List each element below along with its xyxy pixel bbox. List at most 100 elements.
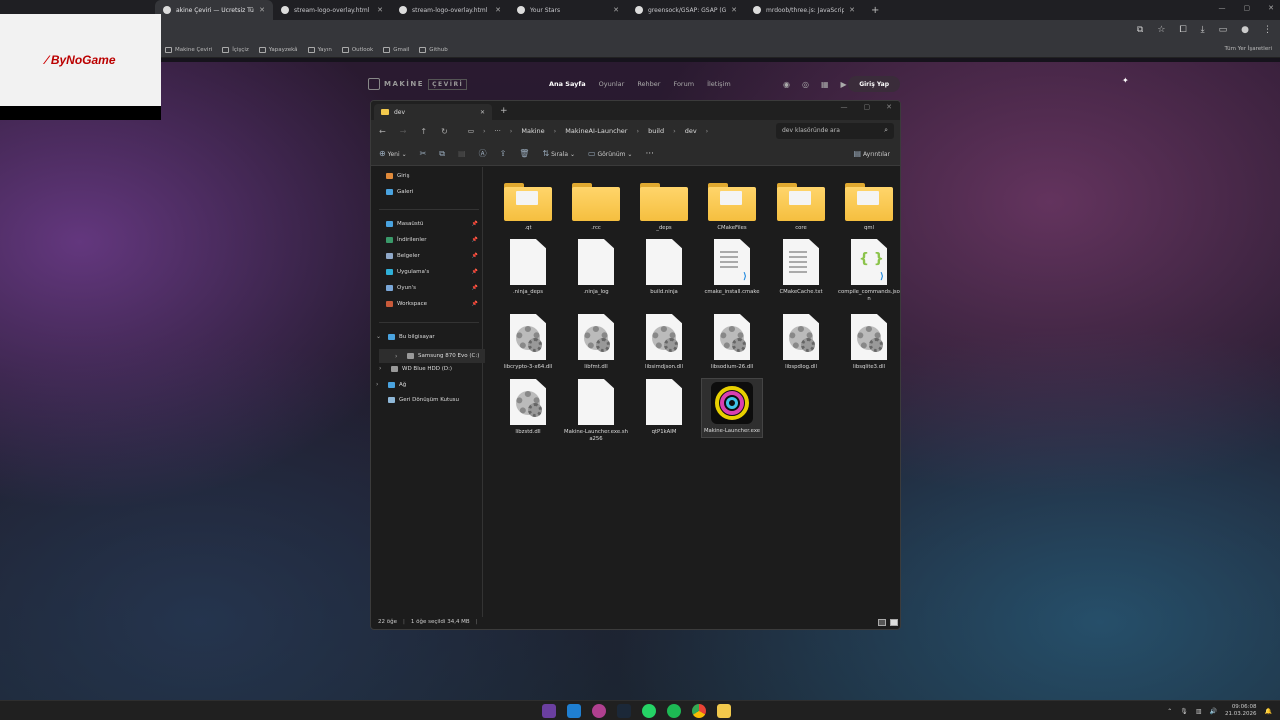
file-item[interactable]: libcrypto-3-x64.dll <box>498 314 558 371</box>
refresh-icon[interactable]: ↻ <box>441 127 448 136</box>
forward-icon[interactable]: → <box>400 127 407 136</box>
sidebar-item[interactable]: Oyun's 📌 <box>386 285 478 291</box>
search-input[interactable]: dev klasöründe ara ⌕ <box>776 123 894 139</box>
browser-tab[interactable]: greensock/GSAP: GSAP (Green✕ <box>627 0 745 20</box>
close-tab-icon[interactable]: ✕ <box>495 6 501 14</box>
site-nav-link[interactable]: Rehber <box>637 80 660 88</box>
chevron-icon[interactable]: › <box>376 381 384 388</box>
cast-icon[interactable]: ⧉ <box>1137 25 1143 35</box>
file-item[interactable]: libfmt.dll <box>566 314 626 371</box>
browser-tab[interactable]: stream-logo-overlay.html ✕ <box>391 0 509 20</box>
view-button[interactable]: ▭ Görünüm ⌄ <box>588 149 632 158</box>
share-icon[interactable]: ⇪ <box>500 149 507 158</box>
paste-icon[interactable]: ▤ <box>458 149 466 158</box>
file-item[interactable]: { } ⟩ compile_commands.json <box>838 239 900 303</box>
new-tab-button[interactable]: + <box>863 5 887 16</box>
volume-icon[interactable]: 🔊 <box>1210 708 1217 715</box>
file-item[interactable]: Makine-Launcher.exe <box>701 378 763 438</box>
folder-item[interactable]: qml <box>839 177 899 232</box>
bookmark-item[interactable]: Yapayzekâ <box>258 46 298 53</box>
file-item[interactable]: Makine-Launcher.exe.sha256 <box>564 379 628 443</box>
maximize-icon[interactable]: ▢ <box>1244 4 1251 12</box>
pin-icon[interactable]: 📌 <box>472 221 478 227</box>
pin-icon[interactable]: 📌 <box>472 237 478 243</box>
steam-icon[interactable] <box>617 704 631 718</box>
sort-button[interactable]: ⇅ Sırala ⌄ <box>542 149 575 158</box>
browser-tab[interactable]: Your Stars ✕ <box>509 0 627 20</box>
login-button[interactable]: Giriş Yap <box>848 76 900 92</box>
file-item[interactable]: libsodium-26.dll <box>702 314 762 371</box>
bookmark-item[interactable]: Github <box>419 46 448 53</box>
back-icon[interactable]: ← <box>379 127 386 136</box>
bookmark-item[interactable]: Gmail <box>383 46 409 53</box>
close-tab-icon[interactable]: ✕ <box>849 6 855 14</box>
whatsapp-icon[interactable] <box>642 704 656 718</box>
browser-tab[interactable]: akine Çeviri — Ücretsiz Türk ✕ <box>155 0 273 20</box>
close-tab-icon[interactable]: ✕ <box>377 6 383 14</box>
minimize-icon[interactable]: — <box>1219 4 1226 12</box>
file-item[interactable]: libsimdjson.dll <box>634 314 694 371</box>
bookmark-star-icon[interactable]: ☆ <box>1157 25 1165 35</box>
site-nav-link[interactable]: Ana Sayfa <box>549 80 586 88</box>
close-tab-icon[interactable]: ✕ <box>259 6 265 14</box>
site-brand[interactable]: MAKİNE ÇEVİRİ <box>368 78 468 90</box>
sidebar-item[interactable]: › Ağ <box>376 381 468 388</box>
sidebar-item[interactable]: Workspace 📌 <box>386 301 478 307</box>
maximize-icon[interactable]: ▢ <box>864 103 871 111</box>
vscode-icon[interactable] <box>567 704 581 718</box>
sidepanel-icon[interactable]: ▭ <box>1219 25 1228 35</box>
notification-icon[interactable]: 🔔 <box>1265 708 1272 715</box>
bookmark-item[interactable]: Makine Çeviri <box>165 46 212 53</box>
sidebar-item[interactable]: Giriş <box>386 173 478 179</box>
pin-icon[interactable]: 📌 <box>472 253 478 259</box>
new-button[interactable]: ⊕ Yeni ⌄ <box>379 149 407 158</box>
app-icon[interactable] <box>542 704 556 718</box>
sidebar-item[interactable]: Uygulama's 📌 <box>386 269 478 275</box>
sidebar-item[interactable]: › WD Blue HDD (D:) <box>379 365 471 372</box>
file-item[interactable]: .ninja_deps <box>498 239 558 296</box>
file-item[interactable]: build.ninja <box>634 239 694 296</box>
site-nav-link[interactable]: Oyunlar <box>599 80 625 88</box>
sidebar-item[interactable]: ⌄ Bu bilgisayar <box>376 333 468 340</box>
file-explorer-icon[interactable] <box>717 704 731 718</box>
file-item[interactable]: .ninja_log <box>566 239 626 296</box>
spotify-icon[interactable] <box>667 704 681 718</box>
network-icon[interactable]: ▥ <box>1196 708 1202 715</box>
minimize-icon[interactable]: — <box>841 103 848 111</box>
clock[interactable]: 09:06:08 21.03.2026 <box>1225 704 1257 718</box>
sidebar-item[interactable]: Belgeler 📌 <box>386 253 478 259</box>
bookmark-item[interactable]: Outlook <box>341 46 373 53</box>
grid-icon[interactable]: ▦ <box>821 80 829 89</box>
mic-icon[interactable]: 🎙 <box>1180 708 1188 715</box>
folder-item[interactable]: _deps <box>634 177 694 232</box>
app-icon[interactable] <box>592 704 606 718</box>
sidebar-item[interactable]: › Samsung 870 Evo (C:) <box>379 349 485 363</box>
download-icon[interactable]: ⤓ <box>1201 25 1205 35</box>
pin-icon[interactable]: 📌 <box>472 301 478 307</box>
youtube-icon[interactable]: ▶ <box>841 80 847 89</box>
close-tab-icon[interactable]: ✕ <box>480 109 485 116</box>
file-item[interactable]: CMakeCache.txt <box>771 239 831 296</box>
up-icon[interactable]: ↑ <box>420 127 427 136</box>
discord-icon[interactable]: ◉ <box>783 80 790 89</box>
chevron-icon[interactable]: ⌄ <box>376 333 384 340</box>
browser-tab[interactable]: mrdoob/three.js: JavaScript 3D✕ <box>745 0 863 20</box>
sidebar-item[interactable]: Masaüstü 📌 <box>386 221 478 227</box>
breadcrumb-item[interactable]: Makine <box>521 127 544 135</box>
folder-item[interactable]: .qt <box>498 177 558 232</box>
github-icon[interactable]: ◎ <box>802 80 809 89</box>
folder-item[interactable]: CMakeFiles <box>702 177 762 232</box>
delete-icon[interactable]: 🗑 <box>519 149 529 158</box>
chevron-icon[interactable]: › <box>395 353 403 360</box>
bookmark-item[interactable]: Yayın <box>307 46 332 53</box>
pin-icon[interactable]: 📌 <box>472 269 478 275</box>
sidebar-item[interactable]: Geri Dönüşüm Kutusu <box>376 397 468 403</box>
browser-tab[interactable]: stream-logo-overlay.html ✕ <box>273 0 391 20</box>
file-item[interactable]: libsqlite3.dll <box>839 314 899 371</box>
sidebar-item[interactable]: İndirilenler 📌 <box>386 237 478 243</box>
new-tab-button[interactable]: + <box>500 106 508 116</box>
file-item[interactable]: ⟩ cmake_install.cmake <box>702 239 762 296</box>
chrome-icon[interactable] <box>692 704 706 718</box>
sidebar-item[interactable]: Galeri <box>386 189 478 195</box>
avatar[interactable]: ● <box>1241 25 1249 35</box>
